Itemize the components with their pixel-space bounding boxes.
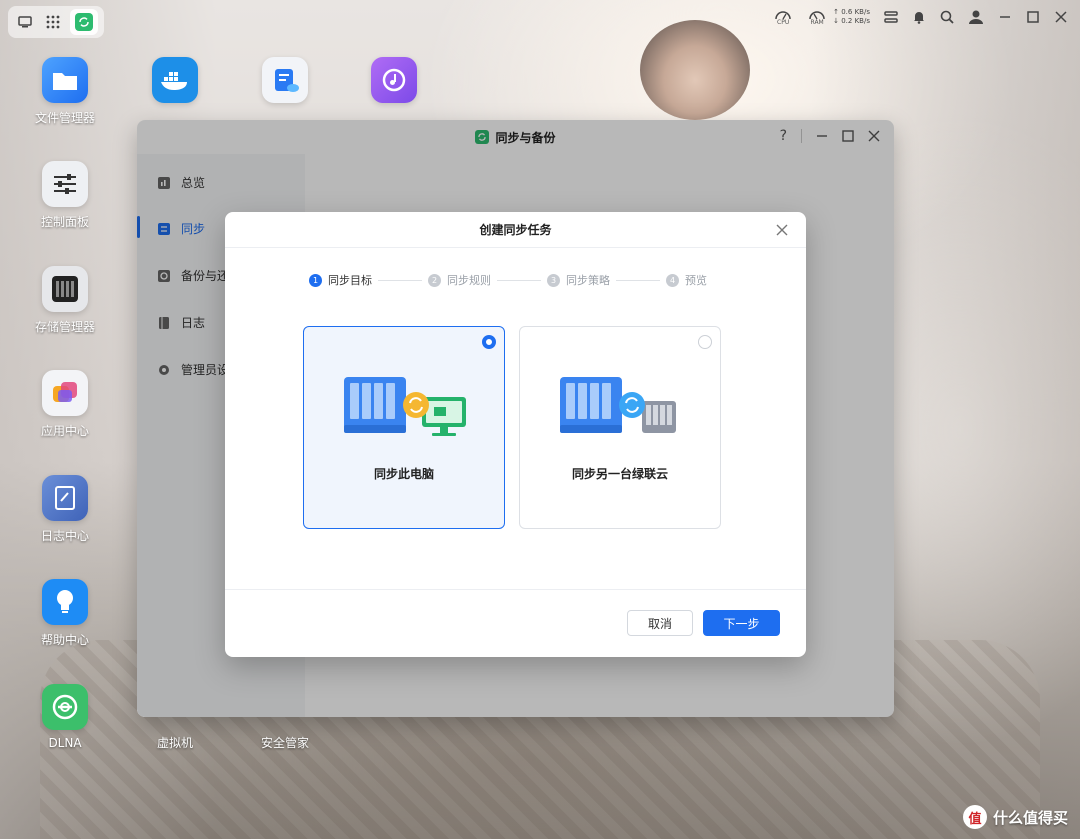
- desktop-icon-dlna[interactable]: DLNA: [20, 684, 110, 750]
- desktop-icon-label: 虚拟机: [156, 736, 193, 750]
- radio-button[interactable]: [482, 335, 496, 349]
- music-icon: [371, 57, 417, 103]
- radio-button[interactable]: [698, 335, 712, 349]
- network-speed[interactable]: ↑ 0.6 KB/s ↓ 0.2 KB/s: [833, 8, 870, 26]
- desktop-icon-help-center[interactable]: 帮助中心: [20, 579, 110, 648]
- desktop-icon-label: 存储管理器: [34, 320, 95, 334]
- desktop-icon: [18, 16, 32, 28]
- desktop-icon-label: 控制面板: [40, 215, 89, 229]
- nas-to-pc-illustration: [344, 377, 466, 436]
- option-sync-another-ugreen[interactable]: 同步另一台绿联云: [519, 326, 721, 529]
- storage-icon: [42, 266, 88, 312]
- step-4: 4 预览: [666, 272, 707, 288]
- desktop-icon-notes[interactable]: [240, 57, 330, 103]
- step-3: 3 同步策略: [547, 272, 610, 288]
- gauge-icon: [775, 10, 791, 19]
- step-label: 同步规则: [447, 274, 491, 287]
- option-sync-this-pc[interactable]: 同步此电脑: [303, 326, 505, 529]
- app-launcher-button[interactable]: [42, 11, 64, 33]
- desktop-icon-label: 日志中心: [40, 529, 89, 543]
- step-connector: [616, 279, 660, 281]
- desktop-icon-docker[interactable]: [130, 57, 220, 103]
- desktop-icon-label: 安全管家: [260, 736, 309, 750]
- stepper: 1 同步目标 2 同步规则 3 同步策略 4 预览: [309, 272, 707, 288]
- desktop-icon-label: DLNA: [48, 736, 82, 750]
- step-1: 1 同步目标: [309, 272, 372, 288]
- step-number: 2: [428, 273, 441, 287]
- docker-icon: [152, 57, 198, 103]
- ram-label: RAM: [810, 18, 824, 26]
- ram-gauge[interactable]: RAM: [807, 9, 827, 26]
- search-icon[interactable]: [940, 10, 954, 24]
- upload-speed: ↑ 0.6 KB/s: [833, 8, 870, 16]
- cancel-button[interactable]: 取消: [627, 610, 693, 636]
- desktop-icon-storage-manager[interactable]: 存储管理器: [20, 266, 110, 335]
- cpu-label: CPU: [777, 18, 790, 26]
- nas-to-nas-illustration: [560, 377, 676, 433]
- watermark: 值 什么值得买: [962, 805, 1068, 829]
- log-icon: [42, 475, 88, 521]
- dialog-title: 创建同步任务: [225, 212, 806, 248]
- step-number: 3: [547, 273, 560, 287]
- create-sync-task-dialog: 创建同步任务 1 同步目标 2 同步规则 3 同步策略 4 预览 同步此电脑 同…: [225, 212, 806, 657]
- show-desktop-button[interactable]: [14, 11, 36, 33]
- close-icon[interactable]: [774, 222, 790, 238]
- dialog-footer: 取消 下一步: [225, 589, 806, 657]
- sync-backup-app-icon: [75, 13, 93, 31]
- user-icon[interactable]: [968, 9, 984, 25]
- folder-icon: [42, 57, 88, 103]
- step-2: 2 同步规则: [428, 272, 491, 288]
- step-number: 4: [666, 273, 679, 287]
- watermark-text: 什么值得买: [992, 808, 1068, 827]
- step-connector: [497, 279, 541, 281]
- taskbar-right: CPU RAM ↑ 0.6 KB/s ↓ 0.2 KB/s: [773, 8, 1068, 26]
- step-label: 同步策略: [566, 274, 610, 287]
- step-label: 预览: [685, 274, 707, 287]
- step-connector: [378, 279, 422, 281]
- maximize-icon[interactable]: [1026, 10, 1040, 24]
- bulb-icon: [42, 579, 88, 625]
- option-label: 同步另一台绿联云: [571, 467, 668, 481]
- desktop-icon-file-manager[interactable]: 文件管理器: [20, 57, 110, 126]
- dlna-icon: [42, 684, 88, 730]
- desktop-icon-app-center[interactable]: 应用中心: [20, 370, 110, 439]
- sliders-icon: [42, 161, 88, 207]
- task-list-icon[interactable]: [884, 10, 898, 24]
- desktop-icon-log-center[interactable]: 日志中心: [20, 475, 110, 544]
- desktop-icon-label: 文件管理器: [34, 111, 95, 125]
- next-button[interactable]: 下一步: [703, 610, 780, 636]
- grid-icon: [46, 15, 60, 29]
- download-speed: ↓ 0.2 KB/s: [833, 17, 870, 25]
- minimize-icon[interactable]: [998, 10, 1012, 24]
- watermark-logo: 值: [962, 805, 987, 829]
- desktop-icon-control-panel[interactable]: 控制面板: [20, 161, 110, 230]
- desktop-icon-music[interactable]: [349, 57, 439, 103]
- cpu-gauge[interactable]: CPU: [773, 9, 793, 26]
- taskbar-left: [8, 6, 104, 38]
- bell-icon[interactable]: [912, 10, 926, 24]
- taskbar-sync-backup-app[interactable]: [70, 9, 98, 35]
- step-label: 同步目标: [328, 274, 372, 287]
- notes-icon: [262, 57, 308, 103]
- gauge-icon: [809, 10, 825, 19]
- close-icon[interactable]: [1054, 10, 1068, 24]
- top-bar: CPU RAM ↑ 0.6 KB/s ↓ 0.2 KB/s: [0, 0, 1080, 40]
- apps-icon: [42, 370, 88, 416]
- option-label: 同步此电脑: [373, 467, 434, 481]
- step-number: 1: [309, 273, 322, 287]
- desktop-icon-label: 应用中心: [40, 424, 89, 438]
- desktop-icon-label: 帮助中心: [40, 633, 89, 647]
